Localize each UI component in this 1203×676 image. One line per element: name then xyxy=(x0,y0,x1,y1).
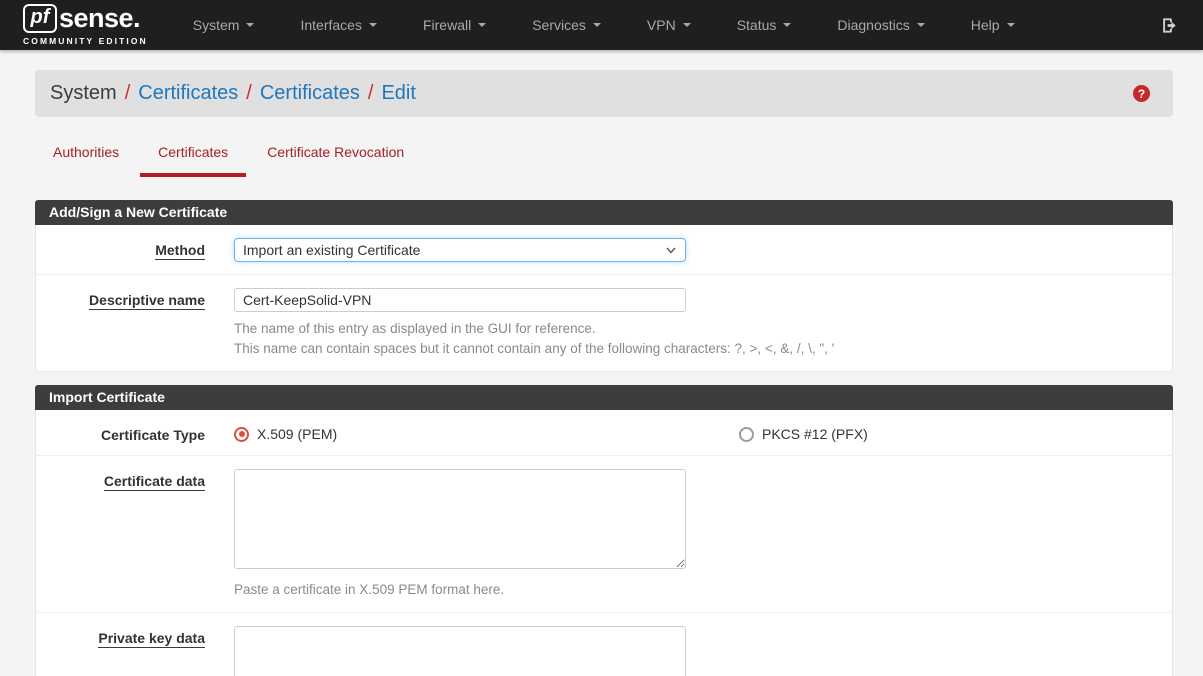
method-row: Method Import an existing Certificate xyxy=(36,225,1172,274)
pf-logo-icon: pf xyxy=(23,4,57,33)
breadcrumb-link-certificates-2[interactable]: Certificates xyxy=(260,82,360,105)
breadcrumb-separator: / xyxy=(125,82,131,105)
panel-import-title: Import Certificate xyxy=(35,385,1173,410)
certificate-data-label: Certificate data xyxy=(36,469,234,600)
descriptive-name-help-1: The name of this entry as displayed in t… xyxy=(234,319,1142,339)
chevron-down-icon xyxy=(478,23,486,27)
method-select[interactable]: Import an existing Certificate xyxy=(234,238,686,262)
certificate-data-help: Paste a certificate in X.509 PEM format … xyxy=(234,580,1142,600)
breadcrumb-link-edit[interactable]: Edit xyxy=(381,82,415,105)
menu-system-label: System xyxy=(193,17,240,33)
radio-unselected-icon[interactable] xyxy=(739,427,754,442)
tab-certificates[interactable]: Certificates xyxy=(140,144,246,177)
pfsense-logo[interactable]: pf sense. COMMUNITY EDITION xyxy=(23,4,148,46)
chevron-down-icon xyxy=(683,23,691,27)
chevron-down-icon xyxy=(1007,23,1015,27)
panel-import-certificate: Import Certificate Certificate Type X.50… xyxy=(35,385,1173,676)
certificate-type-row: Certificate Type X.509 (PEM) PKCS #12 (P… xyxy=(36,410,1172,455)
breadcrumb-link-certificates[interactable]: Certificates xyxy=(138,82,238,105)
certificate-data-textarea[interactable] xyxy=(234,469,686,569)
menu-help[interactable]: Help xyxy=(948,0,1038,50)
tab-authorities[interactable]: Authorities xyxy=(35,144,137,177)
menu-diagnostics[interactable]: Diagnostics xyxy=(814,0,947,50)
private-key-data-label: Private key data xyxy=(36,626,234,676)
community-edition-label: COMMUNITY EDITION xyxy=(23,36,148,46)
chevron-down-icon xyxy=(369,23,377,27)
descriptive-name-input[interactable] xyxy=(234,288,686,312)
sense-logo-text: sense. xyxy=(59,5,140,32)
breadcrumb-separator: / xyxy=(368,82,374,105)
radio-pkcs12-pfx[interactable]: PKCS #12 (PFX) xyxy=(739,426,868,442)
panel-add-sign-certificate: Add/Sign a New Certificate Method Import… xyxy=(35,200,1173,372)
radio-pkcs12-pfx-label: PKCS #12 (PFX) xyxy=(762,426,868,442)
menu-status-label: Status xyxy=(737,17,777,33)
menu-vpn-label: VPN xyxy=(647,17,676,33)
private-key-data-row: Private key data xyxy=(36,612,1172,676)
chevron-down-icon xyxy=(783,23,791,27)
logout-button[interactable] xyxy=(1154,10,1185,41)
radio-x509-pem[interactable]: X.509 (PEM) xyxy=(234,426,739,442)
tab-certificate-revocation[interactable]: Certificate Revocation xyxy=(249,144,422,177)
descriptive-name-label: Descriptive name xyxy=(36,288,234,359)
method-label: Method xyxy=(36,238,234,262)
menu-vpn[interactable]: VPN xyxy=(624,0,714,50)
menu-interfaces[interactable]: Interfaces xyxy=(277,0,399,50)
menu-diagnostics-label: Diagnostics xyxy=(837,17,909,33)
radio-x509-pem-label: X.509 (PEM) xyxy=(257,426,337,442)
top-navbar: pf sense. COMMUNITY EDITION System Inter… xyxy=(0,0,1203,50)
menu-services[interactable]: Services xyxy=(509,0,624,50)
breadcrumb: System / Certificates / Certificates / E… xyxy=(35,70,1173,117)
sign-out-icon xyxy=(1160,16,1179,35)
breadcrumb-item-system: System xyxy=(50,82,117,105)
radio-selected-icon[interactable] xyxy=(234,427,249,442)
menu-system[interactable]: System xyxy=(170,0,278,50)
descriptive-name-help-2: This name can contain spaces but it cann… xyxy=(234,339,1142,359)
breadcrumb-separator: / xyxy=(246,82,252,105)
descriptive-name-row: Descriptive name The name of this entry … xyxy=(36,274,1172,371)
menu-firewall-label: Firewall xyxy=(423,17,471,33)
panel-add-title: Add/Sign a New Certificate xyxy=(35,200,1173,225)
menu-services-label: Services xyxy=(532,17,586,33)
help-icon[interactable]: ? xyxy=(1133,85,1150,102)
main-menu: System Interfaces Firewall Services VPN … xyxy=(170,0,1038,50)
tab-bar: Authorities Certificates Certificate Rev… xyxy=(35,144,1173,177)
certificate-data-row: Certificate data Paste a certificate in … xyxy=(36,455,1172,612)
chevron-down-icon xyxy=(246,23,254,27)
menu-interfaces-label: Interfaces xyxy=(300,17,361,33)
private-key-data-textarea[interactable] xyxy=(234,626,686,676)
menu-status[interactable]: Status xyxy=(714,0,815,50)
chevron-down-icon xyxy=(917,23,925,27)
menu-help-label: Help xyxy=(971,17,1000,33)
menu-firewall[interactable]: Firewall xyxy=(400,0,509,50)
certificate-type-label: Certificate Type xyxy=(36,423,234,443)
chevron-down-icon xyxy=(593,23,601,27)
